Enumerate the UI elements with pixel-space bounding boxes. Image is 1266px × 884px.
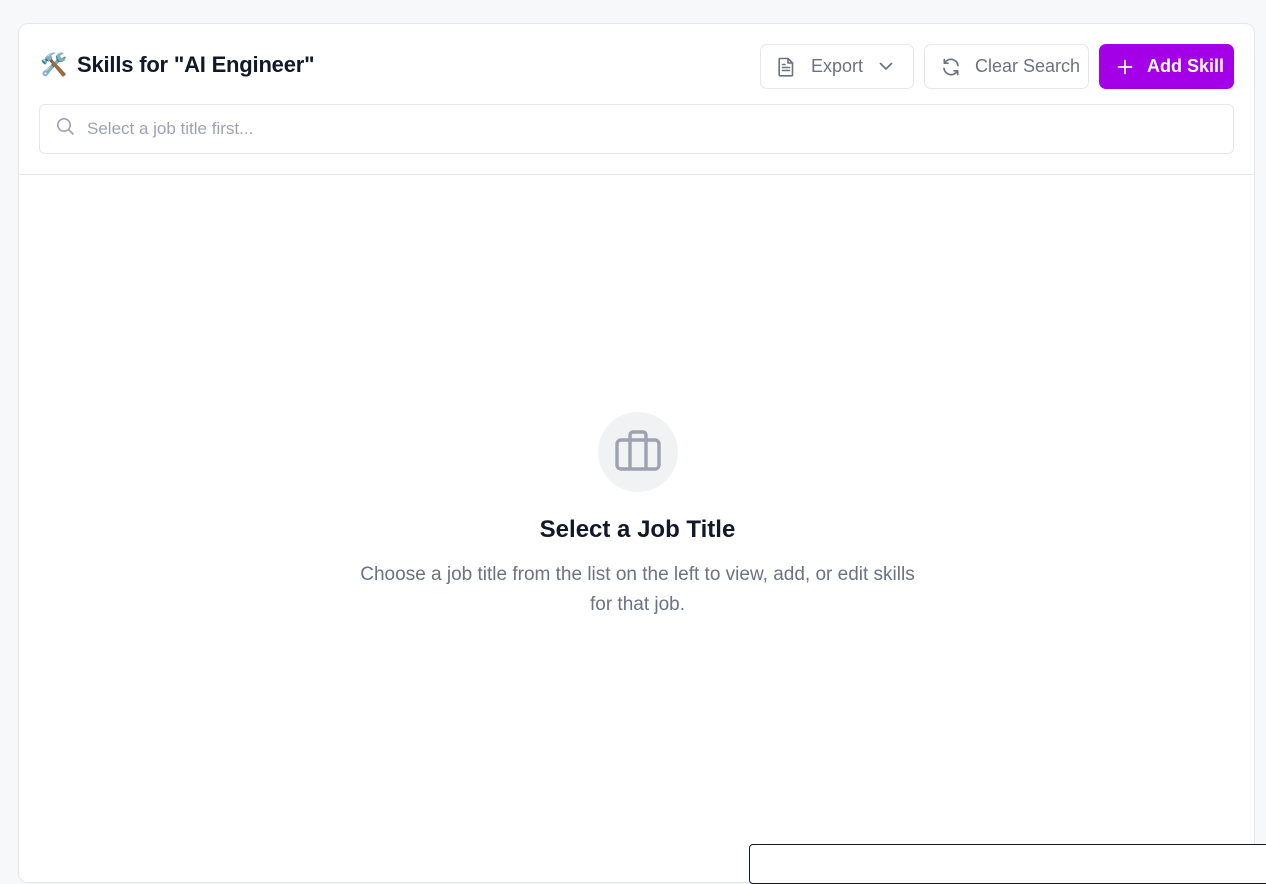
empty-state-description: Choose a job title from the list on the … <box>360 564 915 615</box>
search-input[interactable] <box>87 119 1187 139</box>
page-title: 🛠️ Skills for "AI Engineer" <box>40 52 315 78</box>
clear-search-button[interactable]: Clear Search <box>924 44 1089 89</box>
export-button-label: Export <box>811 56 864 76</box>
skills-header: 🛠️ Skills for "AI Engineer" Export Clear… <box>19 24 1254 175</box>
empty-state-title: Select a Job Title <box>539 516 736 543</box>
document-icon <box>777 57 795 77</box>
briefcase-icon <box>614 429 662 476</box>
add-skill-button[interactable]: Add Skill <box>1099 44 1234 89</box>
tools-icon: 🛠️ <box>40 52 68 77</box>
search-icon <box>56 117 75 141</box>
plus-icon <box>1117 59 1133 75</box>
page-title-text: Skills for "AI Engineer" <box>77 52 315 77</box>
empty-state: Select a Job Title Choose a job title fr… <box>19 412 1256 620</box>
clear-search-label: Clear Search <box>975 56 1081 76</box>
add-skill-label: Add Skill <box>1147 56 1225 76</box>
skill-search-box[interactable] <box>39 104 1234 154</box>
refresh-icon <box>941 57 961 77</box>
floating-panel-edge <box>749 844 1266 884</box>
export-button[interactable]: Export <box>760 44 914 89</box>
skills-panel: 🛠️ Skills for "AI Engineer" Export Clear… <box>18 23 1255 883</box>
empty-state-icon-circle <box>597 412 678 492</box>
chevron-down-icon <box>879 62 893 71</box>
